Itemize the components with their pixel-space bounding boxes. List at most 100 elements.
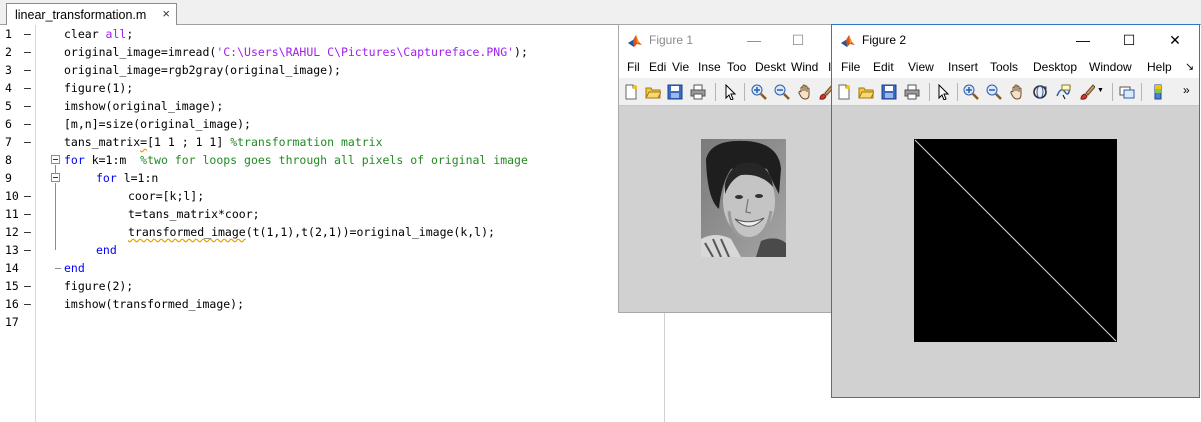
code-token: imshow(transformed_image); [64,297,245,311]
figure-1-title-bar[interactable]: Figure 1 — ☐ [619,25,831,56]
code-token: original_image=imread( [64,45,217,59]
line-number: 8 [5,153,12,167]
open-file-icon[interactable] [644,83,662,101]
breakpoint-marker[interactable]: — [24,79,31,97]
line-number: 2 [5,45,12,59]
figure-2-title-bar[interactable]: Figure 2 — ☐ ✕ [832,25,1199,56]
figure-1-menu-item[interactable]: Inse [698,56,721,78]
rotate-3d-icon[interactable] [1031,83,1049,101]
editor-tab-bar: linear_transformation.m × [0,0,1201,25]
data-cursor-icon[interactable] [1054,83,1072,101]
breakpoint-marker[interactable]: — [24,133,31,151]
code-token: tans_matrix [64,135,141,149]
pan-icon[interactable] [796,83,814,101]
save-icon[interactable] [666,83,684,101]
code-line[interactable]: for l=1:n [96,169,158,187]
tab-close-button[interactable]: × [162,6,170,21]
code-line[interactable]: [m,n]=size(original_image); [64,115,251,133]
code-line[interactable]: end [64,259,85,277]
breakpoint-marker[interactable]: — [24,295,31,313]
figure-2-menu-edit[interactable]: Edit [873,56,894,78]
print-icon[interactable] [689,83,707,101]
figure-1-menu-item[interactable]: Too [727,56,746,78]
figure-1-menu-item[interactable]: Edi [649,56,666,78]
figure-2-menu-insert[interactable]: Insert [948,56,978,78]
figure-1-minimize-button[interactable]: — [739,25,769,56]
line-number: 9 [5,171,12,185]
figure-2-menu-tools[interactable]: Tools [990,56,1018,78]
new-figure-icon[interactable] [835,83,853,101]
zoom-out-icon[interactable] [985,83,1003,101]
code-line[interactable]: figure(1); [64,79,133,97]
breakpoint-marker[interactable]: — [24,187,31,205]
line-number: 4 [5,81,12,95]
pan-icon[interactable] [1008,83,1026,101]
figure-2-close-button[interactable]: ✕ [1160,25,1190,56]
line-number: 12 [5,225,19,239]
figure-2-menu-desktop[interactable]: Desktop [1033,56,1077,78]
zoom-in-icon[interactable] [962,83,980,101]
code-token: figure(2); [64,279,134,293]
zoom-in-icon[interactable] [750,83,768,101]
code-line[interactable]: figure(2); [64,277,133,295]
figure-2-menu-view[interactable]: View [908,56,934,78]
figure-1-menu-item[interactable]: Vie [672,56,689,78]
colorbar-icon[interactable] [1149,83,1167,101]
breakpoint-marker[interactable]: — [24,43,31,61]
fold-toggle-icon[interactable] [51,155,60,164]
figure-1-menu-item[interactable]: Wind [791,56,818,78]
figure-2-menu-help[interactable]: Help [1147,56,1172,78]
figure-1-window[interactable]: Figure 1 — ☐ Fil Edi Vie Inse Too Deskt Wind I [618,24,834,313]
figure-1-menu-item[interactable]: Fil [627,56,640,78]
line-number: 13 [5,243,19,257]
breakpoint-marker[interactable]: — [24,223,31,241]
tab-linear-transformation[interactable]: linear_transformation.m × [6,3,177,25]
breakpoint-marker[interactable]: — [24,277,31,295]
toolbar-separator [957,83,958,101]
zoom-out-icon[interactable] [773,83,791,101]
print-icon[interactable] [903,83,921,101]
figure-1-menu-bar: Fil Edi Vie Inse Too Deskt Wind I [619,56,831,78]
breakpoint-marker[interactable]: — [24,25,31,43]
figure-2-window[interactable]: Figure 2 — ☐ ✕ File Edit View Insert Tools De… [831,24,1200,398]
toolbar-overflow-icon[interactable]: » [1183,83,1190,97]
code-line[interactable]: original_image=rgb2gray(original_image); [64,61,341,79]
open-file-icon[interactable] [857,83,875,101]
pointer-icon[interactable] [934,83,952,101]
link-plot-icon[interactable] [1118,83,1136,101]
figure-1-maximize-button[interactable]: ☐ [783,25,813,56]
breakpoint-marker[interactable]: — [24,115,31,133]
code-line[interactable]: imshow(original_image); [64,97,223,115]
code-line[interactable]: end [96,241,117,259]
figure-1-image-axes[interactable] [701,139,786,257]
code-line[interactable]: transformed_image(t(1,1),t(2,1))=origina… [128,223,495,241]
figure-1-menu-item[interactable]: Deskt [755,56,786,78]
figure-2-minimize-button[interactable]: — [1068,25,1098,56]
code-line[interactable]: tans_matrix=[1 1 ; 1 1] %transformation … [64,133,383,151]
code-line[interactable]: t=tans_matrix*coor; [128,205,260,223]
figure-2-maximize-button[interactable]: ☐ [1114,25,1144,56]
breakpoint-marker[interactable]: — [24,241,31,259]
dropdown-caret-icon[interactable]: ▼ [1097,87,1104,94]
line-number: 11 [5,207,19,221]
breakpoint-marker[interactable]: — [24,61,31,79]
fold-guide [55,183,56,250]
breakpoint-marker[interactable]: — [24,205,31,223]
fold-end-marker [55,268,61,269]
code-line[interactable]: for k=1:m %two for loops goes through al… [64,151,528,169]
new-figure-icon[interactable] [622,83,640,101]
fold-toggle-icon[interactable] [51,173,60,182]
brush-icon[interactable] [1078,83,1096,101]
menu-overflow-icon[interactable]: ↘ [1185,56,1194,78]
figure-2-image-axes[interactable] [914,139,1117,342]
figure-1-toolbar [619,78,834,106]
pointer-icon[interactable] [721,83,739,101]
code-line[interactable]: coor=[k;l]; [128,187,204,205]
figure-2-menu-window[interactable]: Window [1089,56,1132,78]
code-line[interactable]: clear all; [64,25,133,43]
figure-2-menu-file[interactable]: File [841,56,860,78]
breakpoint-marker[interactable]: — [24,97,31,115]
save-icon[interactable] [880,83,898,101]
code-line[interactable]: imshow(transformed_image); [64,295,244,313]
code-line[interactable]: original_image=imread('C:\Users\RAHUL C\… [64,43,528,61]
